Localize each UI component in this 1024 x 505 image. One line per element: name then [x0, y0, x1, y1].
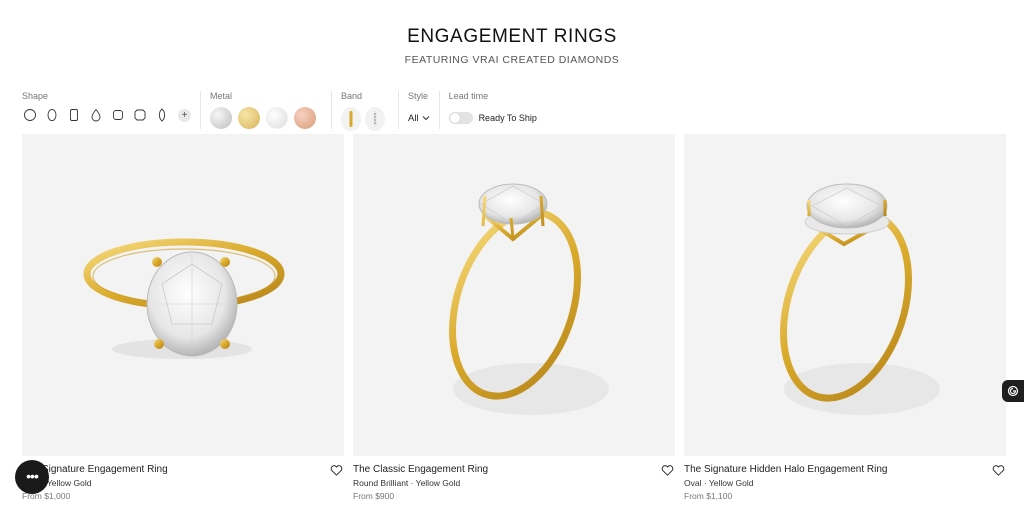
- plain-band-button[interactable]: [341, 107, 361, 131]
- white-gold-swatch[interactable]: [266, 107, 288, 129]
- shape-options: +: [22, 107, 191, 123]
- ring-image-hidden-halo: [780, 183, 940, 415]
- cushion-shape-button[interactable]: [110, 107, 126, 123]
- chat-button[interactable]: •••: [15, 460, 49, 494]
- radiant-shape-button[interactable]: [132, 107, 148, 123]
- filter-shape-label: Shape: [22, 91, 49, 101]
- chat-icon: •••: [26, 467, 39, 484]
- emerald-shape-button[interactable]: [66, 107, 82, 123]
- ready-to-ship-label: Ready To Ship: [478, 113, 537, 123]
- radiant-icon: [134, 109, 146, 121]
- product-info: The Classic Engagement Ring Round Brilli…: [353, 456, 675, 501]
- filter-lead-time: Lead time Ready To Ship: [448, 91, 546, 129]
- product-grid: The Signature Engagement Ring Oval · Yel…: [22, 134, 1006, 501]
- filter-bar: Shape + Metal Band Style All Lead time R…: [22, 91, 555, 131]
- product-price: From $1,000: [22, 491, 71, 501]
- plain-band-icon: [349, 111, 353, 127]
- product-info: The Signature Engagement Ring Oval · Yel…: [22, 456, 344, 501]
- heart-icon[interactable]: [992, 464, 1005, 477]
- product-subtitle: Oval · Yellow Gold: [22, 478, 92, 488]
- more-shapes-button[interactable]: +: [178, 108, 191, 122]
- yellow-gold-swatch[interactable]: [238, 107, 260, 129]
- heart-icon[interactable]: [661, 464, 674, 477]
- style-value: All: [408, 112, 419, 124]
- oval-icon: [47, 108, 57, 122]
- emerald-icon: [70, 109, 78, 121]
- round-shape-button[interactable]: [22, 107, 38, 123]
- heart-icon[interactable]: [330, 464, 343, 477]
- filter-metal-label: Metal: [210, 91, 233, 101]
- marquise-shape-button[interactable]: [154, 107, 170, 123]
- rose-gold-swatch[interactable]: [294, 107, 316, 129]
- filter-lead-time-label: Lead time: [448, 91, 489, 101]
- ready-to-ship-toggle[interactable]: [448, 112, 473, 124]
- pave-band-button[interactable]: [365, 107, 385, 131]
- pear-shape-button[interactable]: [88, 107, 104, 123]
- accessibility-icon: [1007, 385, 1019, 397]
- product-subtitle: Oval · Yellow Gold: [684, 478, 754, 488]
- product-card: The Signature Hidden Halo Engagement Rin…: [684, 134, 1006, 501]
- accessibility-button[interactable]: [1002, 380, 1024, 402]
- product-image[interactable]: [353, 134, 675, 456]
- filter-band: Band: [341, 91, 399, 131]
- ready-to-ship-row: Ready To Ship: [448, 107, 537, 129]
- toggle-knob: [449, 113, 460, 123]
- cushion-icon: [113, 110, 123, 120]
- filter-metal: Metal: [210, 91, 332, 129]
- marquise-icon: [158, 108, 166, 122]
- style-dropdown[interactable]: All: [408, 107, 430, 129]
- filter-band-label: Band: [341, 91, 363, 101]
- round-icon: [24, 109, 36, 121]
- product-title[interactable]: The Signature Hidden Halo Engagement Rin…: [684, 464, 1006, 477]
- product-image[interactable]: [22, 134, 344, 456]
- ring-image-round-solitaire: [449, 183, 609, 415]
- pave-band-icon: [373, 111, 377, 127]
- product-subtitle: Round Brilliant · Yellow Gold: [353, 478, 461, 488]
- chevron-down-icon: [422, 116, 429, 121]
- page-title: ENGAGEMENT RINGS: [407, 26, 617, 47]
- metal-options: [210, 107, 322, 129]
- product-price: From $900: [353, 491, 395, 501]
- filter-style-label: Style: [408, 91, 429, 101]
- product-title[interactable]: The Classic Engagement Ring: [353, 464, 675, 477]
- band-options: [341, 107, 389, 131]
- product-info: The Signature Hidden Halo Engagement Rin…: [684, 456, 1006, 501]
- pear-icon: [91, 108, 101, 122]
- product-image[interactable]: [684, 134, 1006, 456]
- page-header: ENGAGEMENT RINGS FEATURING VRAI CREATED …: [0, 26, 1024, 66]
- filter-style: Style All: [408, 91, 440, 129]
- oval-shape-button[interactable]: [44, 107, 60, 123]
- ring-image-oval-solitaire: [83, 238, 285, 359]
- filter-shape: Shape +: [22, 91, 201, 129]
- product-price: From $1,100: [684, 491, 733, 501]
- page-subtitle: FEATURING VRAI CREATED DIAMONDS: [404, 54, 620, 66]
- product-card: The Classic Engagement Ring Round Brilli…: [353, 134, 675, 501]
- platinum-swatch[interactable]: [210, 107, 232, 129]
- product-card: The Signature Engagement Ring Oval · Yel…: [22, 134, 344, 501]
- product-title[interactable]: The Signature Engagement Ring: [22, 464, 344, 477]
